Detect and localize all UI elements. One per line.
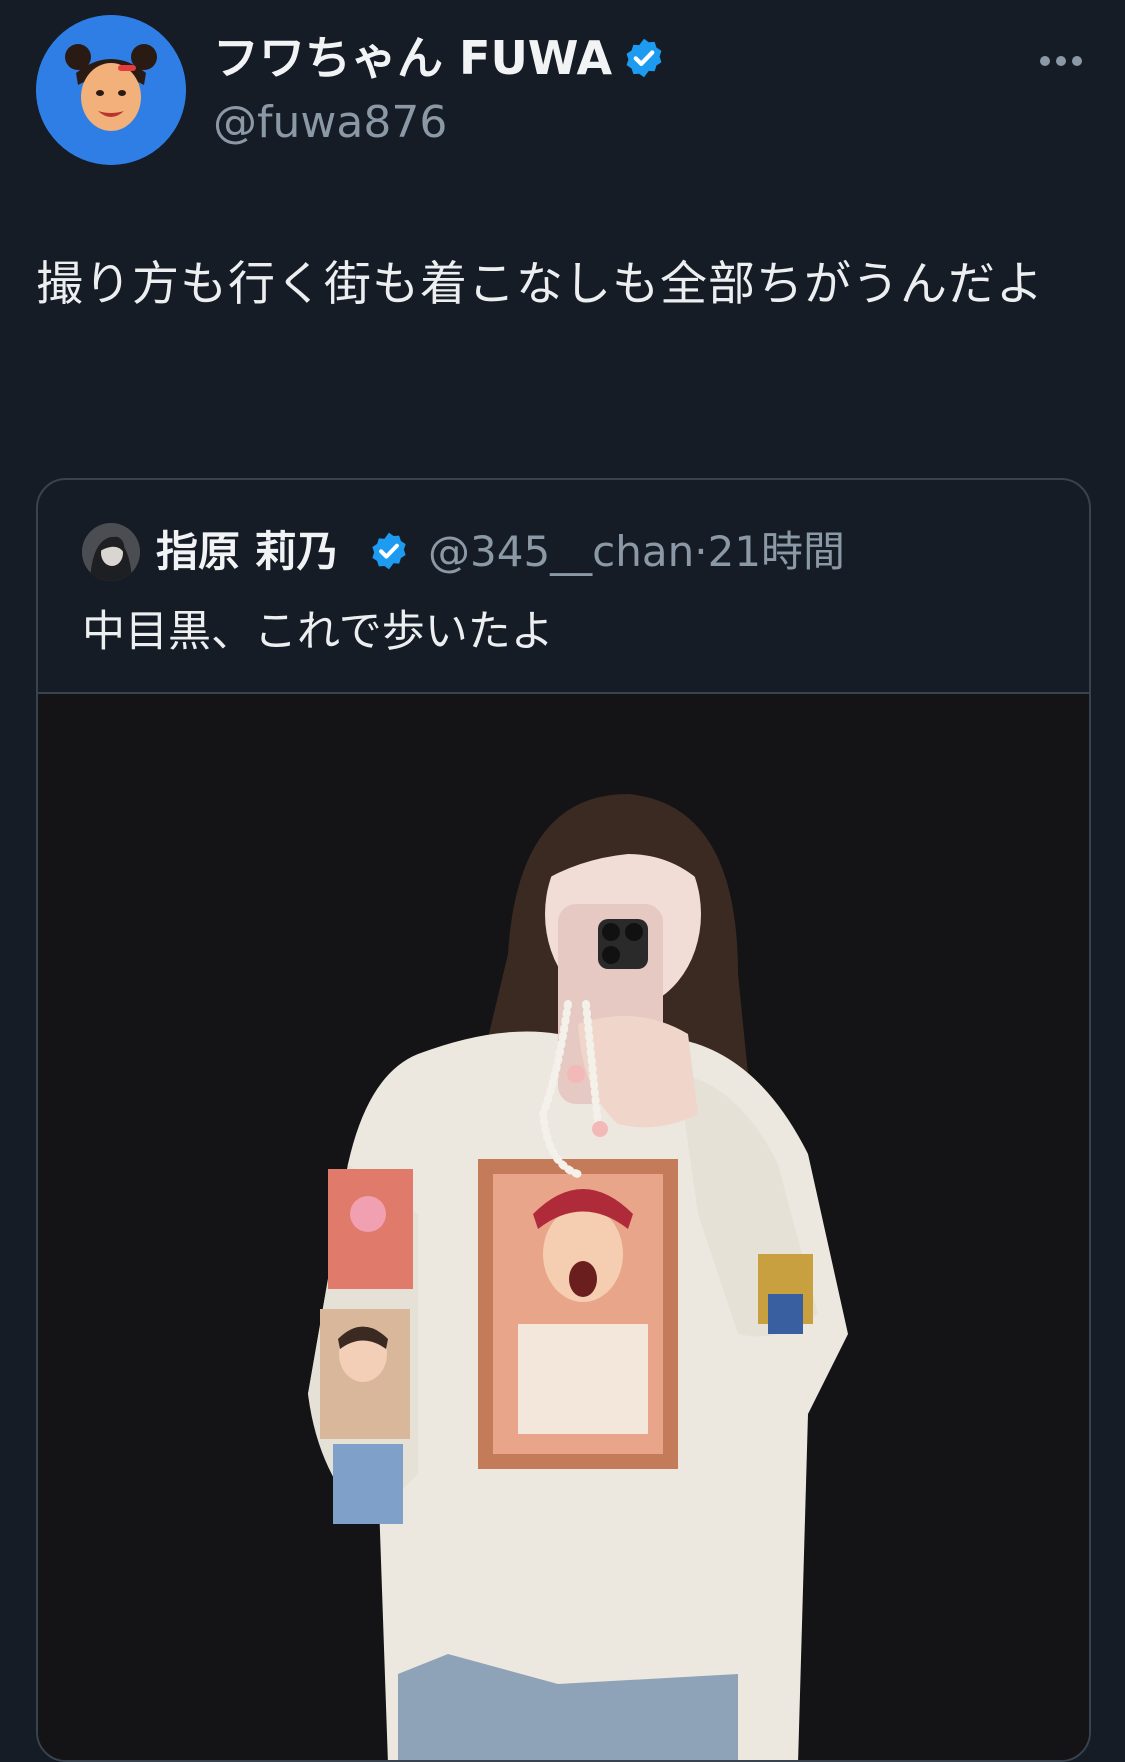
avatar-face-icon <box>36 15 186 165</box>
quoted-author-handle[interactable]: @345__chan <box>428 527 694 576</box>
author-name[interactable]: フワちゃん FUWA <box>213 28 612 88</box>
verified-badge-icon <box>626 38 662 78</box>
quoted-author-avatar[interactable] <box>82 523 140 581</box>
meta-separator: · <box>694 527 708 576</box>
more-options-icon[interactable] <box>1040 46 1084 76</box>
quoted-meta: @345__chan·21時間 <box>428 522 845 582</box>
verified-badge-icon <box>372 532 406 570</box>
author-handle[interactable]: @fuwa876 <box>213 95 447 151</box>
quoted-timestamp[interactable]: 21時間 <box>708 527 845 576</box>
quoted-tweet[interactable]: 指原 莉乃 @345__chan·21時間 中目黒、これで歩いたよ <box>36 478 1091 1762</box>
quoted-photo[interactable] <box>38 692 1089 1760</box>
tweet-text: 撮り方も行く街も着こなしも全部ちがうんだよ <box>36 257 1044 312</box>
mirror-selfie-photo <box>38 694 1089 1760</box>
tweet: フワちゃん FUWA @fuwa876 撮り方も行く街も着こなしも全部ちがうんだ… <box>0 0 1125 1762</box>
avatar-portrait-icon <box>82 523 140 581</box>
quoted-text: 中目黒、これで歩いたよ <box>82 607 554 657</box>
quoted-author-name[interactable]: 指原 莉乃 <box>156 522 339 582</box>
author-avatar[interactable] <box>36 15 186 165</box>
